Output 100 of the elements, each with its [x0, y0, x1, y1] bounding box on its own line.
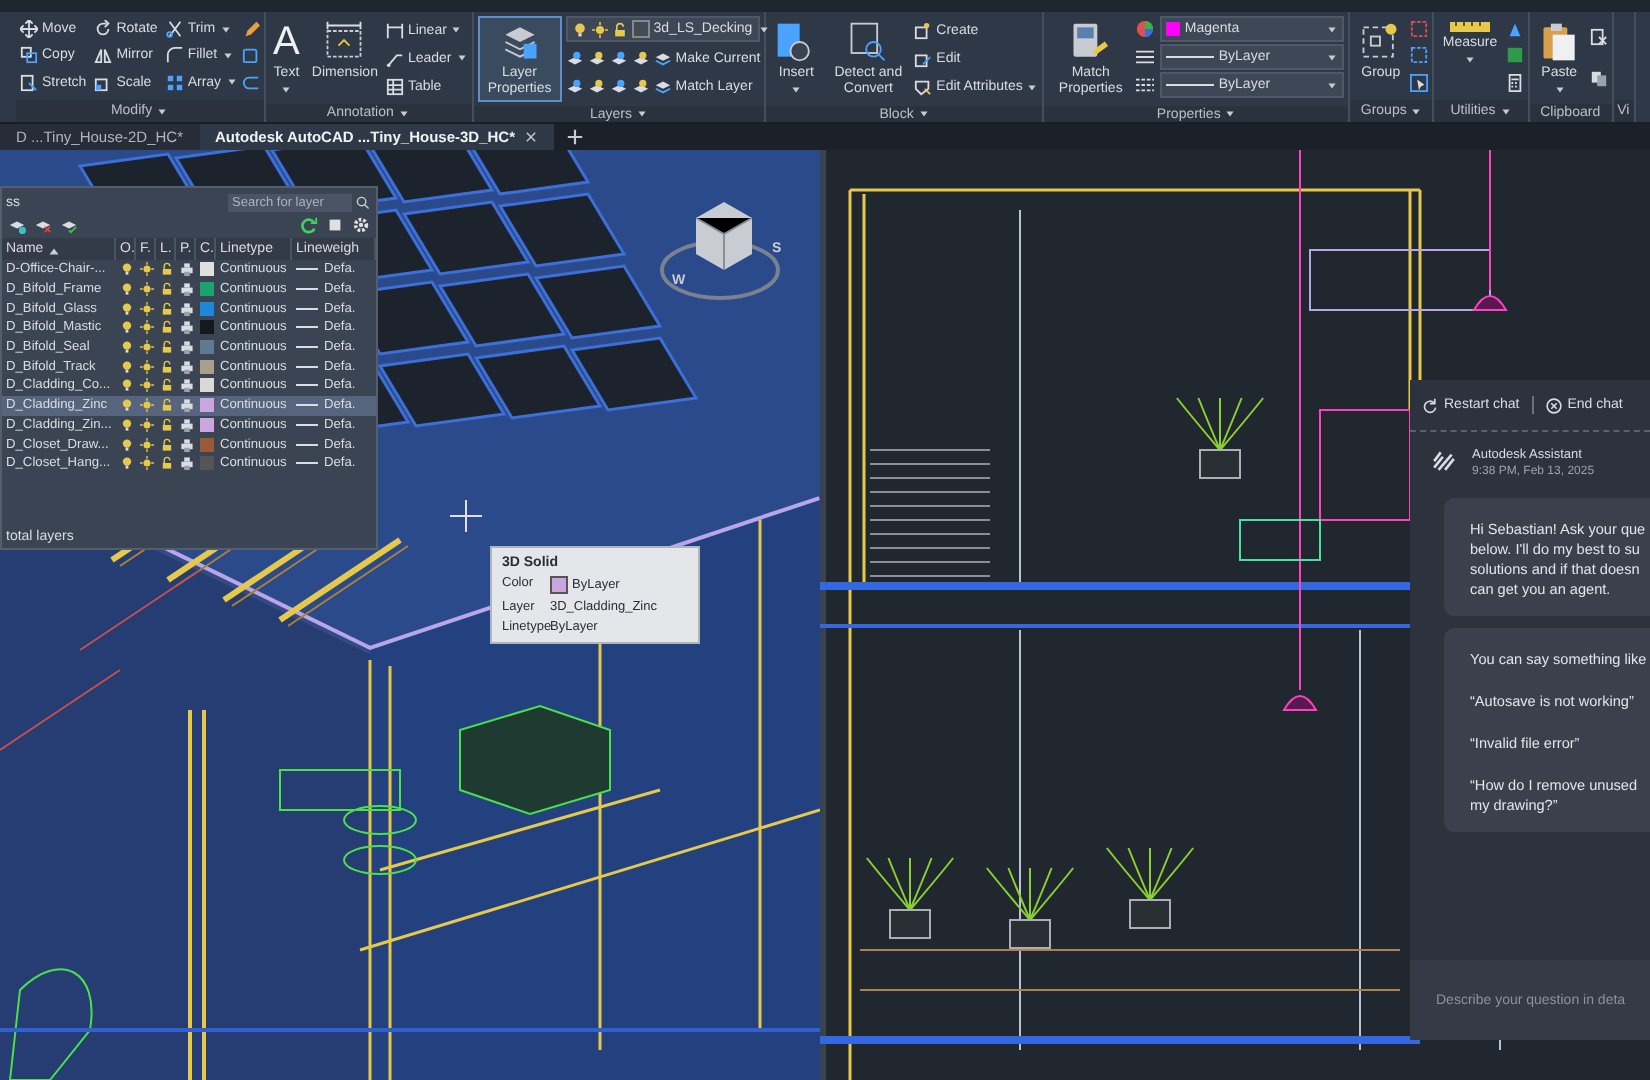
color-wheel-icon [1136, 20, 1155, 38]
sun-icon [139, 340, 153, 355]
plus-icon [565, 128, 584, 146]
new-layer-icon [8, 216, 26, 234]
layer-tool-icon [587, 78, 606, 97]
layer-tool-icon [609, 49, 628, 68]
lightbulb-icon [119, 282, 133, 297]
group-select-icon [1410, 73, 1429, 92]
caret-icon [790, 84, 803, 96]
lightbulb-icon [119, 378, 133, 393]
printer-icon [179, 262, 193, 277]
mirror-icon [94, 46, 113, 65]
close-icon [523, 130, 538, 144]
layers-stack-icon [653, 49, 672, 68]
layer-square-icon [326, 216, 344, 234]
lightbulb-icon [119, 320, 133, 335]
printer-icon [179, 398, 193, 413]
lineweight-icon [1136, 76, 1155, 94]
edit-attributes-icon [914, 78, 933, 97]
linetype-icon [1136, 48, 1155, 66]
lock-icon [159, 301, 173, 316]
create-block-icon [914, 21, 933, 40]
lightbulb-icon [119, 417, 133, 432]
lock-icon [159, 398, 173, 413]
lightbulb-icon [119, 359, 133, 374]
caret-icon [397, 107, 410, 119]
printer-icon [179, 340, 193, 355]
sun-icon [139, 378, 153, 393]
caret-icon [1553, 84, 1566, 96]
lock-icon [611, 21, 628, 37]
offset-icon [241, 73, 260, 92]
close-circle-icon [1545, 397, 1562, 413]
caret-icon [156, 105, 169, 117]
lightbulb-icon [119, 398, 133, 413]
stripes-logo-icon [1430, 448, 1458, 472]
sun-icon [139, 398, 153, 413]
sun-icon [139, 320, 153, 335]
pencil-icon [241, 20, 260, 39]
layer-tool-icon [565, 49, 584, 68]
layer-tool-icon [587, 49, 606, 68]
array-icon [165, 73, 184, 92]
caret-icon [758, 23, 771, 35]
lightbulb-icon [119, 437, 133, 452]
printer-icon [179, 359, 193, 374]
lock-icon [159, 456, 173, 471]
layers-stack-icon [653, 78, 672, 97]
lock-icon [159, 262, 173, 277]
copy-clip-icon [1589, 70, 1608, 88]
dimension-line-icon [385, 21, 404, 39]
calculator-icon [1505, 73, 1524, 92]
caret-icon [280, 84, 293, 96]
caret-icon [1326, 79, 1339, 91]
printer-icon [179, 378, 193, 393]
sun-icon [139, 301, 153, 316]
sun-icon [139, 359, 153, 374]
sun-icon [139, 417, 153, 432]
caret-icon [450, 24, 463, 36]
table-icon [385, 77, 404, 95]
caret-icon [1463, 54, 1476, 66]
caret-icon [1410, 105, 1423, 117]
sun-icon [139, 262, 153, 277]
printer-icon [179, 282, 193, 297]
caret-icon [917, 108, 930, 120]
cut-icon [1589, 28, 1608, 46]
ruler-icon [1447, 20, 1492, 34]
scale-icon [94, 73, 113, 92]
caret-icon [1326, 51, 1339, 63]
detect-convert-icon [846, 20, 891, 64]
sun-icon [591, 21, 608, 37]
ungroup-icon [1410, 20, 1429, 39]
rotate-icon [94, 20, 113, 39]
printer-icon [179, 456, 193, 471]
refresh-icon [300, 216, 318, 234]
trim-icon [165, 20, 184, 39]
set-current-icon [60, 216, 78, 234]
layer-tool-icon [631, 49, 650, 68]
sun-icon [139, 437, 153, 452]
settings-icon [352, 216, 370, 234]
lightbulb-icon [119, 456, 133, 471]
group-edit-icon [1410, 46, 1429, 65]
printer-icon [179, 417, 193, 432]
layer-tool-icon [565, 78, 584, 97]
lightbulb-icon [119, 301, 133, 316]
copy-icon [20, 46, 38, 65]
caret-icon [1026, 81, 1039, 94]
lock-icon [159, 320, 173, 335]
caret-icon [635, 108, 648, 120]
lock-icon [159, 417, 173, 432]
caret-icon [1499, 105, 1512, 117]
search-icon [356, 196, 370, 210]
lightbulb-icon [571, 21, 588, 37]
printer-icon [179, 437, 193, 452]
sort-arrow-icon [47, 243, 60, 255]
delete-layer-icon [34, 216, 52, 234]
printer-icon [179, 301, 193, 316]
dimension-icon [322, 20, 367, 64]
caret-icon [455, 52, 468, 64]
stretch-icon [20, 73, 38, 92]
lock-icon [159, 378, 173, 393]
lightbulb-icon [119, 340, 133, 355]
